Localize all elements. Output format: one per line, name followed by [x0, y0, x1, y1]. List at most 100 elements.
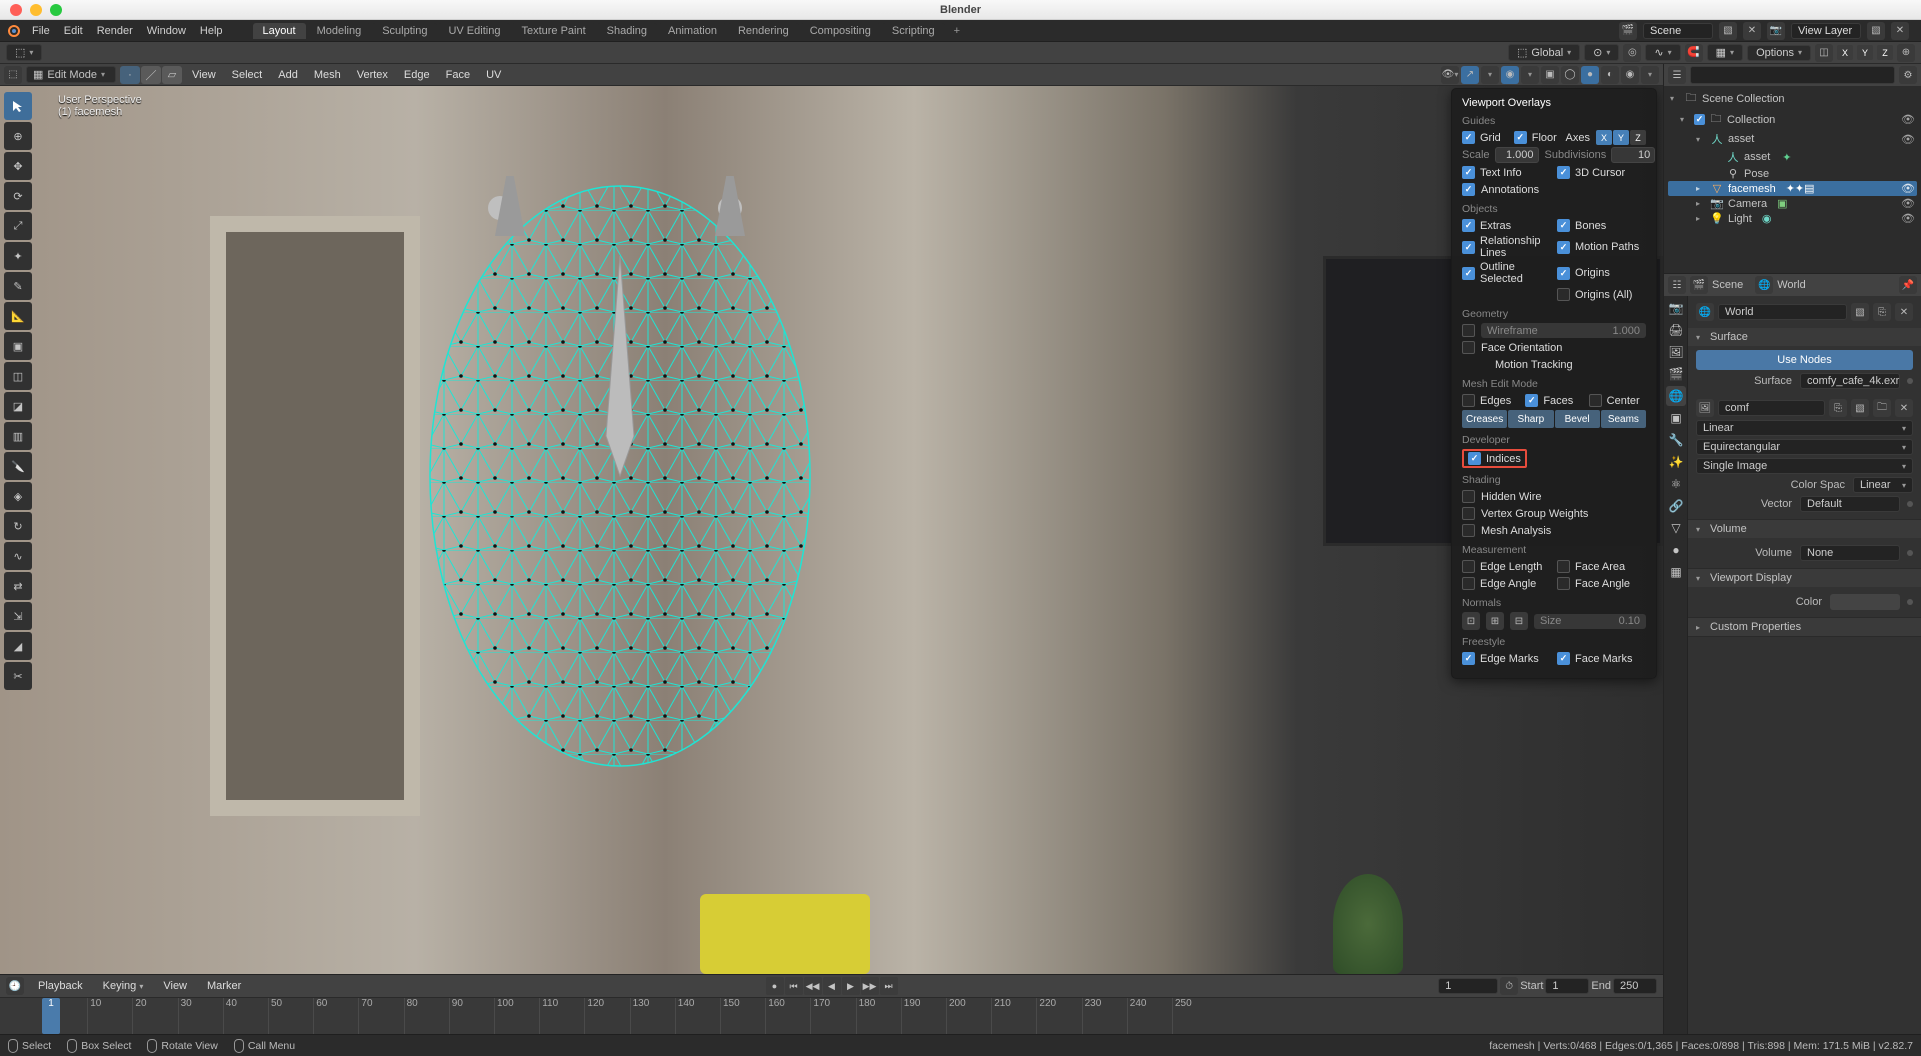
creases-toggle[interactable]: Creases: [1462, 410, 1507, 428]
elen-checkbox[interactable]: [1462, 560, 1475, 573]
workspace-sculpting[interactable]: Sculpting: [372, 23, 437, 39]
knife-tool[interactable]: 🔪: [4, 452, 32, 480]
viewlayer-new-button[interactable]: ▧: [1867, 22, 1885, 40]
mirror-y[interactable]: Y: [1857, 45, 1873, 60]
uv-menu[interactable]: UV: [480, 67, 507, 83]
world-browse-icon[interactable]: 🌐: [1696, 303, 1714, 321]
rip-tool[interactable]: ✂: [4, 662, 32, 690]
file-menu[interactable]: File: [32, 25, 50, 37]
keyframe-prev[interactable]: ◀◀: [804, 977, 822, 995]
scene-new-button[interactable]: ▧: [1719, 22, 1737, 40]
origins-checkbox[interactable]: [1557, 267, 1570, 280]
edgeslide-tool[interactable]: ⇄: [4, 572, 32, 600]
colorspace-dropdown[interactable]: Linear▾: [1853, 477, 1913, 493]
scene-icon[interactable]: 🎬: [1690, 276, 1708, 294]
world-tab[interactable]: 🌐: [1666, 386, 1686, 406]
center-checkbox[interactable]: [1589, 394, 1602, 407]
axis-x[interactable]: X: [1596, 130, 1612, 145]
source-dropdown[interactable]: Single Image▾: [1696, 458, 1913, 474]
vector-socket[interactable]: Default: [1800, 496, 1900, 512]
asset-row[interactable]: ▾人asset👁: [1668, 130, 1917, 148]
workspace-animation[interactable]: Animation: [658, 23, 727, 39]
fmarks-checkbox[interactable]: [1557, 652, 1570, 665]
snap-dropdown[interactable]: ⊙ ▾: [1584, 44, 1619, 61]
overlays-toggle[interactable]: ◉: [1501, 66, 1519, 84]
visibility-icon[interactable]: 👁: [1901, 113, 1915, 126]
3dcursor-checkbox[interactable]: [1557, 166, 1570, 179]
emarks-checkbox[interactable]: [1462, 652, 1475, 665]
use-nodes-button[interactable]: Use Nodes: [1696, 350, 1913, 370]
bevel-tool[interactable]: ◪: [4, 392, 32, 420]
object-tab[interactable]: ▣: [1666, 408, 1686, 428]
spin-tool[interactable]: ↻: [4, 512, 32, 540]
playback-menu[interactable]: Playback: [32, 978, 89, 994]
workspace-compositing[interactable]: Compositing: [800, 23, 881, 39]
timeline-ruler[interactable]: 1 10203040506070809010011012013014015016…: [0, 997, 1663, 1034]
keying-menu[interactable]: Keying ▾: [97, 978, 150, 994]
play[interactable]: ▶: [842, 977, 860, 995]
marker-menu[interactable]: Marker: [201, 978, 247, 994]
viewport-color-chip[interactable]: [1830, 594, 1900, 610]
normal-size-field[interactable]: Size0.10: [1534, 614, 1646, 629]
constraints-tab[interactable]: 🔗: [1666, 496, 1686, 516]
add-menu[interactable]: Add: [272, 67, 304, 83]
bones-checkbox[interactable]: [1557, 219, 1570, 232]
image-new[interactable]: ▧: [1851, 399, 1869, 417]
normal-face-icon[interactable]: ⊟: [1510, 612, 1528, 630]
image-browse-icon[interactable]: 🖼: [1696, 399, 1714, 417]
measure-tool[interactable]: 📐: [4, 302, 32, 330]
image-unlink[interactable]: ✕: [1895, 399, 1913, 417]
workspace-uv-editing[interactable]: UV Editing: [438, 23, 510, 39]
mirror-x[interactable]: X: [1837, 45, 1853, 60]
loopcut-tool[interactable]: ▥: [4, 422, 32, 450]
outliner-filter-icon[interactable]: ⚙: [1899, 66, 1917, 84]
edge-select-mode[interactable]: ／: [141, 66, 161, 84]
select-menu[interactable]: Select: [226, 67, 269, 83]
maximize-window-button[interactable]: [50, 4, 62, 16]
outliner-editor-icon[interactable]: ☰: [1668, 66, 1686, 84]
workspace-rendering[interactable]: Rendering: [728, 23, 799, 39]
vpdisplay-panel-header[interactable]: ▾Viewport Display: [1688, 569, 1921, 587]
face-select-mode[interactable]: ▱: [162, 66, 182, 84]
viewlayer-delete-button[interactable]: ✕: [1891, 22, 1909, 40]
shrink-tool[interactable]: ⇲: [4, 602, 32, 630]
wireframe-shading[interactable]: ◯: [1561, 66, 1579, 84]
visibility-dropdown[interactable]: 👁▾: [1441, 66, 1459, 84]
gizmo-toggle[interactable]: ◫: [1815, 44, 1833, 62]
earea-checkbox[interactable]: [1557, 560, 1570, 573]
world-delete-button[interactable]: ✕: [1895, 303, 1913, 321]
proportional-falloff[interactable]: ∿▾: [1645, 44, 1680, 61]
vertex-menu[interactable]: Vertex: [351, 67, 394, 83]
outline-checkbox[interactable]: [1462, 267, 1475, 280]
automerge-toggle[interactable]: ⊕: [1897, 44, 1915, 62]
pose-row[interactable]: ⚲Pose: [1668, 166, 1917, 181]
edges-checkbox[interactable]: [1462, 394, 1475, 407]
matpreview-shading[interactable]: ◐: [1601, 66, 1619, 84]
pin-icon[interactable]: 📌: [1899, 276, 1917, 294]
vgw-checkbox[interactable]: [1462, 507, 1475, 520]
scene-collection-row[interactable]: ▾🗀Scene Collection: [1668, 88, 1917, 109]
edit-menu[interactable]: Edit: [64, 25, 83, 37]
scale-tool[interactable]: ⤢: [4, 212, 32, 240]
extrude-tool[interactable]: ▣: [4, 332, 32, 360]
normal-split-icon[interactable]: ⊞: [1486, 612, 1504, 630]
play-reverse[interactable]: ◀: [823, 977, 841, 995]
snap-element[interactable]: ▦▾: [1707, 44, 1743, 61]
current-frame-field[interactable]: 1: [1438, 978, 1498, 994]
textinfo-checkbox[interactable]: [1462, 166, 1475, 179]
rendered-shading[interactable]: ◉: [1621, 66, 1639, 84]
physics-tab[interactable]: ⚛: [1666, 474, 1686, 494]
image-name[interactable]: comf: [1718, 400, 1825, 416]
world-name-field[interactable]: World: [1718, 304, 1847, 320]
eang-checkbox[interactable]: [1462, 577, 1475, 590]
light-row[interactable]: ▸💡Light◉👁: [1668, 211, 1917, 226]
timeline-editor-icon[interactable]: 🕘: [6, 977, 24, 995]
custom-props-header[interactable]: ▸Custom Properties: [1688, 618, 1921, 636]
shading-menu[interactable]: ▾: [1641, 66, 1659, 84]
transform-orientation[interactable]: ⬚ Global ▾: [1508, 44, 1580, 61]
current-frame-marker[interactable]: 1: [42, 998, 60, 1034]
autokey-toggle[interactable]: ●: [766, 977, 784, 995]
projection-dropdown[interactable]: Equirectangular▾: [1696, 439, 1913, 455]
facemesh-row[interactable]: ▸▽facemesh✦✦▤👁: [1668, 181, 1917, 196]
seams-toggle[interactable]: Seams: [1601, 410, 1646, 428]
